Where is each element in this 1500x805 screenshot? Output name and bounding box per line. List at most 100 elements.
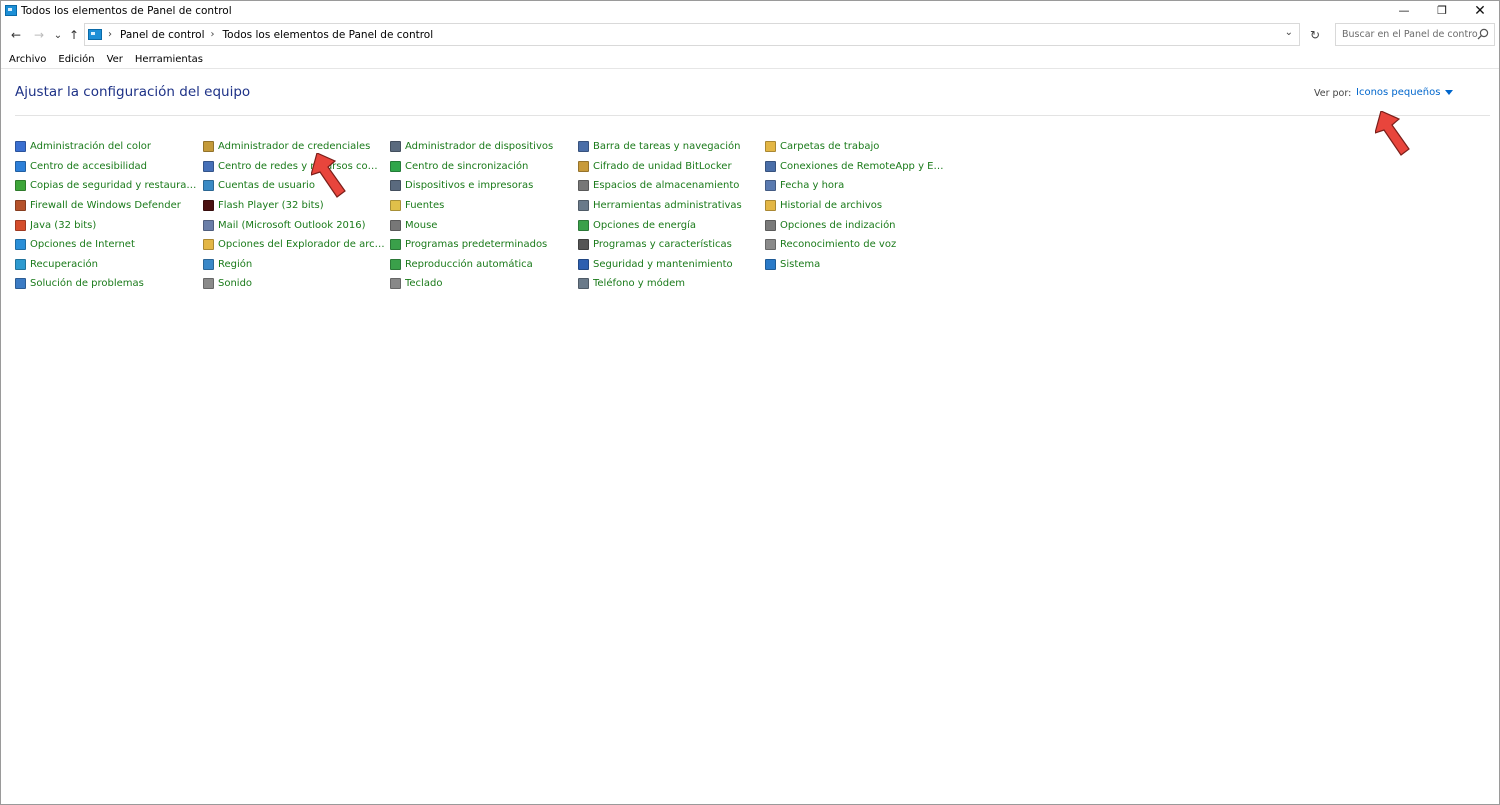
- control-panel-item[interactable]: Cuentas de usuario: [203, 176, 390, 196]
- control-panel-item-label[interactable]: Java (32 bits): [30, 220, 96, 231]
- control-panel-item-label[interactable]: Cifrado de unidad BitLocker: [593, 161, 732, 172]
- control-panel-item-label[interactable]: Historial de archivos: [780, 200, 882, 211]
- control-panel-item-label[interactable]: Opciones de energía: [593, 220, 696, 231]
- back-button[interactable]: ←: [8, 27, 24, 43]
- forward-button[interactable]: →: [31, 27, 47, 43]
- control-panel-item-label[interactable]: Reproducción automática: [405, 259, 533, 270]
- control-panel-item-label[interactable]: Fuentes: [405, 200, 444, 211]
- control-panel-item[interactable]: Programas predeterminados: [390, 235, 578, 255]
- control-panel-item[interactable]: Solución de problemas: [15, 274, 203, 294]
- control-panel-item[interactable]: Región: [203, 255, 390, 275]
- control-panel-item[interactable]: Teclado: [390, 274, 578, 294]
- control-panel-item-label[interactable]: Carpetas de trabajo: [780, 141, 879, 152]
- view-by-value[interactable]: Iconos pequeños: [1356, 87, 1440, 98]
- control-panel-item-label[interactable]: Teclado: [405, 278, 442, 289]
- control-panel-item-label[interactable]: Administrador de dispositivos: [405, 141, 553, 152]
- control-panel-item-label[interactable]: Sonido: [218, 278, 252, 289]
- address-bar[interactable]: › Panel de control › Todos los elementos…: [84, 23, 1300, 46]
- control-panel-item-label[interactable]: Espacios de almacenamiento: [593, 180, 739, 191]
- control-panel-item-label[interactable]: Herramientas administrativas: [593, 200, 742, 211]
- control-panel-item[interactable]: Seguridad y mantenimiento: [578, 255, 765, 275]
- control-panel-item[interactable]: Opciones de energía: [578, 215, 765, 235]
- caret-down-icon[interactable]: [1445, 90, 1454, 95]
- control-panel-item[interactable]: Administrador de credenciales: [203, 137, 390, 157]
- control-panel-item[interactable]: Espacios de almacenamiento: [578, 176, 765, 196]
- control-panel-item-label[interactable]: Recuperación: [30, 259, 98, 270]
- control-panel-item[interactable]: Flash Player (32 bits): [203, 196, 390, 216]
- search-input[interactable]: [1342, 29, 1478, 40]
- control-panel-item-label[interactable]: Centro de sincronización: [405, 161, 528, 172]
- control-panel-item-label[interactable]: Administración del color: [30, 141, 151, 152]
- control-panel-item[interactable]: Teléfono y módem: [578, 274, 765, 294]
- control-panel-item-label[interactable]: Administrador de credenciales: [218, 141, 370, 152]
- restore-button[interactable]: ❐: [1423, 1, 1461, 20]
- control-panel-item[interactable]: Sistema: [765, 255, 953, 275]
- control-panel-item[interactable]: Opciones del Explorador de archivos: [203, 235, 390, 255]
- control-panel-item[interactable]: Barra de tareas y navegación: [578, 137, 765, 157]
- view-by-dropdown[interactable]: Iconos pequeños: [1356, 87, 1454, 98]
- control-panel-item-label[interactable]: Opciones de indización: [780, 220, 896, 231]
- control-panel-item-label[interactable]: Seguridad y mantenimiento: [593, 259, 733, 270]
- control-panel-item[interactable]: Centro de accesibilidad: [15, 157, 203, 177]
- recent-locations-button[interactable]: ⌄: [50, 27, 66, 43]
- control-panel-item[interactable]: Herramientas administrativas: [578, 196, 765, 216]
- control-panel-item[interactable]: Mail (Microsoft Outlook 2016): [203, 215, 390, 235]
- control-panel-item[interactable]: Programas y características: [578, 235, 765, 255]
- minimize-button[interactable]: —: [1385, 1, 1423, 20]
- control-panel-item[interactable]: Opciones de Internet: [15, 235, 203, 255]
- control-panel-item-label[interactable]: Barra de tareas y navegación: [593, 141, 740, 152]
- control-panel-item-label[interactable]: Mouse: [405, 220, 437, 231]
- up-button[interactable]: ↑: [66, 27, 82, 43]
- chevron-right-icon[interactable]: ›: [108, 29, 112, 40]
- control-panel-item-label[interactable]: Mail (Microsoft Outlook 2016): [218, 220, 366, 231]
- search-box[interactable]: [1335, 23, 1495, 46]
- menu-herramientas[interactable]: Herramientas: [135, 52, 203, 68]
- control-panel-item[interactable]: Cifrado de unidad BitLocker: [578, 157, 765, 177]
- control-panel-item[interactable]: Fecha y hora: [765, 176, 953, 196]
- control-panel-item[interactable]: Sonido: [203, 274, 390, 294]
- control-panel-item[interactable]: Copias de seguridad y restauración (...: [15, 176, 203, 196]
- control-panel-item[interactable]: Firewall de Windows Defender: [15, 196, 203, 216]
- breadcrumb-panel-de-control[interactable]: Panel de control: [120, 29, 205, 41]
- menu-archivo[interactable]: Archivo: [9, 52, 46, 68]
- control-panel-item[interactable]: Centro de sincronización: [390, 157, 578, 177]
- control-panel-item-label[interactable]: Firewall de Windows Defender: [30, 200, 181, 211]
- control-panel-item[interactable]: Reconocimiento de voz: [765, 235, 953, 255]
- control-panel-item[interactable]: Centro de redes y recursos comparti...: [203, 157, 390, 177]
- control-panel-item-label[interactable]: Opciones del Explorador de archivos: [218, 239, 386, 250]
- control-panel-item[interactable]: Administración del color: [15, 137, 203, 157]
- control-panel-item[interactable]: Opciones de indización: [765, 215, 953, 235]
- address-dropdown-icon[interactable]: ⌄: [1285, 27, 1293, 38]
- control-panel-item[interactable]: Historial de archivos: [765, 196, 953, 216]
- control-panel-item[interactable]: Recuperación: [15, 255, 203, 275]
- control-panel-item-label[interactable]: Opciones de Internet: [30, 239, 135, 250]
- close-button[interactable]: ✕: [1461, 1, 1499, 20]
- breadcrumb-todos-los-elementos[interactable]: Todos los elementos de Panel de control: [223, 29, 434, 41]
- control-panel-item[interactable]: Fuentes: [390, 196, 578, 216]
- control-panel-item-label[interactable]: Solución de problemas: [30, 278, 144, 289]
- refresh-button[interactable]: ↻: [1305, 25, 1325, 45]
- control-panel-item-label[interactable]: Copias de seguridad y restauración (...: [30, 180, 198, 191]
- control-panel-item-label[interactable]: Cuentas de usuario: [218, 180, 315, 191]
- control-panel-item[interactable]: Java (32 bits): [15, 215, 203, 235]
- control-panel-item-label[interactable]: Región: [218, 259, 252, 270]
- control-panel-item-label[interactable]: Programas predeterminados: [405, 239, 547, 250]
- search-icon[interactable]: [1477, 28, 1489, 40]
- control-panel-item[interactable]: Dispositivos e impresoras: [390, 176, 578, 196]
- control-panel-item[interactable]: Reproducción automática: [390, 255, 578, 275]
- control-panel-item-label[interactable]: Sistema: [780, 259, 820, 270]
- control-panel-item[interactable]: Mouse: [390, 215, 578, 235]
- control-panel-item[interactable]: Administrador de dispositivos: [390, 137, 578, 157]
- control-panel-item-label[interactable]: Dispositivos e impresoras: [405, 180, 533, 191]
- control-panel-item-label[interactable]: Conexiones de RemoteApp y Escrito...: [780, 161, 948, 172]
- control-panel-item[interactable]: Conexiones de RemoteApp y Escrito...: [765, 157, 953, 177]
- control-panel-item-label[interactable]: Reconocimiento de voz: [780, 239, 896, 250]
- control-panel-item-label[interactable]: Programas y características: [593, 239, 732, 250]
- control-panel-item-label[interactable]: Centro de accesibilidad: [30, 161, 147, 172]
- chevron-right-icon[interactable]: ›: [211, 29, 215, 40]
- control-panel-item-label[interactable]: Flash Player (32 bits): [218, 200, 324, 211]
- control-panel-item-label[interactable]: Fecha y hora: [780, 180, 844, 191]
- menu-edicion[interactable]: Edición: [58, 52, 94, 68]
- control-panel-item-label[interactable]: Teléfono y módem: [593, 278, 685, 289]
- control-panel-item[interactable]: Carpetas de trabajo: [765, 137, 953, 157]
